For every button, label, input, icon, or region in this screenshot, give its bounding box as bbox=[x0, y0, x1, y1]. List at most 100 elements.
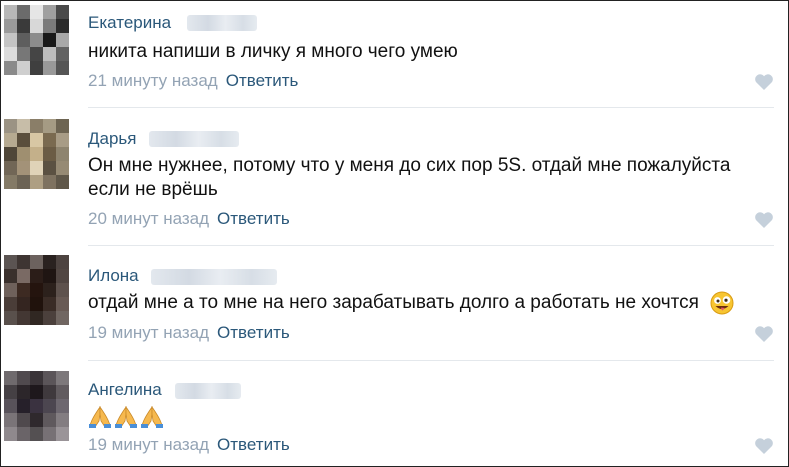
avatar-pixel bbox=[43, 311, 56, 325]
avatar-pixel bbox=[30, 371, 43, 385]
avatar-pixel bbox=[17, 119, 30, 133]
avatar-pixel bbox=[56, 33, 69, 47]
avatar-pixel bbox=[4, 5, 17, 19]
avatar-pixel bbox=[4, 19, 17, 33]
comments-feed: Екатерина никита напиши в личку я много … bbox=[0, 0, 789, 467]
avatar-pixel bbox=[17, 19, 30, 33]
avatar-pixel bbox=[43, 413, 56, 427]
avatar-pixel bbox=[30, 269, 43, 283]
reply-button[interactable]: Ответить bbox=[217, 323, 290, 342]
avatar[interactable] bbox=[4, 371, 70, 441]
author-name[interactable]: Ангелина bbox=[88, 380, 162, 400]
avatar-pixel bbox=[30, 61, 43, 75]
comment-time[interactable]: 19 минут назад bbox=[88, 323, 209, 342]
avatar-pixel bbox=[30, 161, 43, 175]
avatar-pixel bbox=[30, 119, 43, 133]
avatar-pixel bbox=[4, 119, 17, 133]
avatar-pixel bbox=[30, 427, 43, 441]
avatar-pixel bbox=[4, 413, 17, 427]
avatar-pixel bbox=[56, 283, 69, 297]
avatar-pixel bbox=[17, 5, 30, 19]
comment-divider bbox=[88, 245, 774, 246]
avatar[interactable] bbox=[4, 255, 70, 325]
avatar-pixel bbox=[4, 61, 17, 75]
avatar-pixel bbox=[56, 133, 69, 147]
avatar-pixel bbox=[56, 5, 69, 19]
avatar-pixel bbox=[30, 283, 43, 297]
avatar-pixel bbox=[17, 297, 30, 311]
comment-meta: 19 минут назад Ответить bbox=[88, 323, 290, 343]
crazy-face-emoji-icon bbox=[710, 291, 734, 315]
avatar-pixel bbox=[4, 269, 17, 283]
avatar-pixel bbox=[30, 33, 43, 47]
author-name[interactable]: Екатерина bbox=[88, 13, 171, 33]
avatar-pixel bbox=[56, 413, 69, 427]
avatar-pixel bbox=[17, 147, 30, 161]
comment-text: Он мне нужнее, потому что у меня до сих … bbox=[88, 155, 731, 200]
avatar-pixel bbox=[4, 385, 17, 399]
avatar-pixel bbox=[56, 47, 69, 61]
avatar-pixel bbox=[17, 61, 30, 75]
like-heart-icon[interactable] bbox=[754, 437, 774, 455]
avatar-pixel bbox=[17, 161, 30, 175]
reply-button[interactable]: Ответить bbox=[226, 71, 299, 90]
avatar-pixel bbox=[17, 255, 30, 269]
avatar-pixel bbox=[43, 161, 56, 175]
avatar-pixel bbox=[4, 161, 17, 175]
avatar-pixel bbox=[43, 175, 56, 189]
avatar-pixel bbox=[30, 311, 43, 325]
avatar-pixel bbox=[56, 385, 69, 399]
author-name[interactable]: Дарья bbox=[88, 129, 137, 149]
comment-text: никита напиши в личку я много чего умею bbox=[88, 41, 458, 62]
comment-time[interactable]: 20 минут назад bbox=[88, 209, 209, 228]
like-heart-icon[interactable] bbox=[754, 73, 774, 91]
avatar[interactable] bbox=[4, 5, 70, 75]
avatar-pixel bbox=[43, 47, 56, 61]
avatar-pixel bbox=[17, 175, 30, 189]
author-name[interactable]: Илона bbox=[88, 266, 139, 286]
avatar-pixel bbox=[4, 283, 17, 297]
avatar-pixel bbox=[30, 5, 43, 19]
avatar[interactable] bbox=[4, 119, 70, 189]
comment-divider bbox=[88, 360, 774, 361]
like-heart-icon[interactable] bbox=[754, 211, 774, 229]
avatar-pixel bbox=[4, 255, 17, 269]
author-surname-blurred bbox=[151, 269, 277, 285]
avatar-pixel bbox=[17, 47, 30, 61]
avatar-pixel bbox=[43, 297, 56, 311]
reply-button[interactable]: Ответить bbox=[217, 209, 290, 228]
avatar-pixel bbox=[30, 147, 43, 161]
avatar-pixel bbox=[56, 147, 69, 161]
avatar-pixel bbox=[4, 175, 17, 189]
avatar-pixel bbox=[17, 33, 30, 47]
comment-text-row: отдай мне а то мне на него зарабатывать … bbox=[88, 291, 768, 315]
comment-text-row bbox=[88, 405, 768, 429]
avatar-pixel bbox=[30, 385, 43, 399]
avatar-pixel bbox=[43, 255, 56, 269]
avatar-pixel bbox=[17, 311, 30, 325]
reply-button[interactable]: Ответить bbox=[217, 435, 290, 454]
comment-time[interactable]: 21 минуту назад bbox=[88, 71, 218, 90]
folded-hands-emoji-icon bbox=[141, 405, 163, 428]
avatar-pixel bbox=[43, 33, 56, 47]
avatar-pixel bbox=[56, 399, 69, 413]
avatar-pixel bbox=[4, 33, 17, 47]
avatar-pixel bbox=[30, 133, 43, 147]
avatar-pixel bbox=[30, 19, 43, 33]
avatar-pixel bbox=[17, 385, 30, 399]
avatar-pixel bbox=[56, 61, 69, 75]
avatar-pixel bbox=[56, 427, 69, 441]
author-surname-blurred bbox=[149, 131, 239, 147]
comment-time[interactable]: 19 минут назад bbox=[88, 435, 209, 454]
avatar-pixel bbox=[4, 47, 17, 61]
comment-divider bbox=[88, 107, 774, 108]
avatar-pixel bbox=[56, 19, 69, 33]
folded-hands-emoji-icon bbox=[115, 405, 137, 428]
comment-text: отдай мне а то мне на него зарабатывать … bbox=[88, 292, 699, 314]
avatar-pixel bbox=[43, 385, 56, 399]
avatar-pixel bbox=[17, 399, 30, 413]
folded-hands-emoji-icon bbox=[89, 405, 111, 428]
like-heart-icon[interactable] bbox=[754, 325, 774, 343]
avatar-pixel bbox=[56, 255, 69, 269]
avatar-pixel bbox=[17, 413, 30, 427]
